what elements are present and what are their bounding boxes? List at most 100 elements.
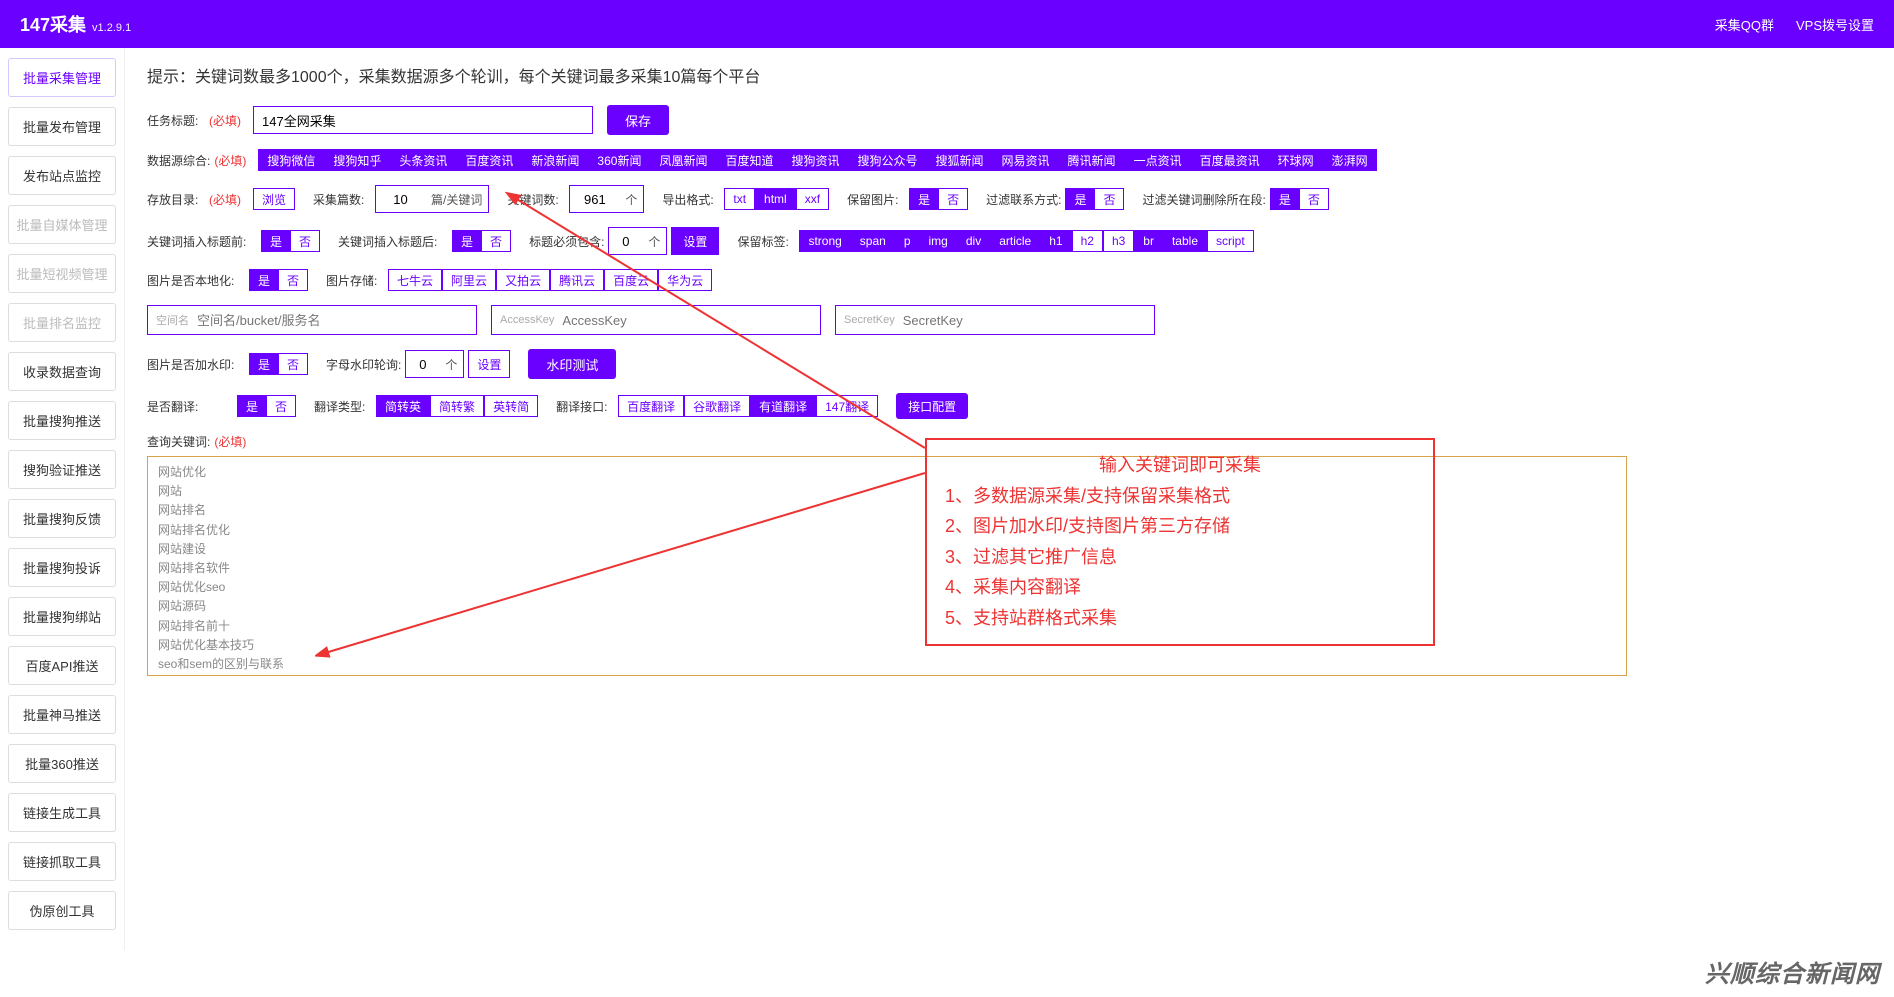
translate-type-tag[interactable]: 简转繁 <box>430 395 484 417</box>
data-source-tag[interactable]: 头条资讯 <box>390 149 456 171</box>
sidebar-item[interactable]: 搜狗验证推送 <box>8 450 116 489</box>
sidebar-item[interactable]: 链接生成工具 <box>8 793 116 832</box>
toggle-no[interactable]: 否 <box>1094 188 1124 210</box>
data-source-tag[interactable]: 搜狗公众号 <box>849 149 927 171</box>
sidebar-item[interactable]: 百度API推送 <box>8 646 116 685</box>
data-source-tag[interactable]: 凤凰新闻 <box>650 149 716 171</box>
toggle-no[interactable]: 否 <box>1299 188 1329 210</box>
api-config-button[interactable]: 接口配置 <box>896 393 968 419</box>
keep-tag[interactable]: script <box>1207 230 1254 252</box>
toggle-yes[interactable]: 是 <box>249 353 278 375</box>
toggle-no[interactable]: 否 <box>266 395 296 417</box>
toggle-no[interactable]: 否 <box>290 230 320 252</box>
count-input[interactable] <box>375 185 425 213</box>
keep-tag[interactable]: br <box>1134 230 1163 252</box>
translate-api-tag[interactable]: 147翻译 <box>816 395 878 417</box>
data-source-tag[interactable]: 环球网 <box>1269 149 1323 171</box>
keep-tag[interactable]: article <box>990 230 1040 252</box>
sidebar-item[interactable]: 链接抓取工具 <box>8 842 116 881</box>
data-source-tag[interactable]: 百度知道 <box>716 149 782 171</box>
sidebar-item[interactable]: 收录数据查询 <box>8 352 116 391</box>
title-must-input[interactable] <box>608 227 642 255</box>
data-source-tag[interactable]: 搜狗资讯 <box>782 149 848 171</box>
sidebar-item[interactable]: 发布站点监控 <box>8 156 116 195</box>
toggle-yes[interactable]: 是 <box>1065 188 1094 210</box>
toggle-translate[interactable]: 是 否 <box>237 395 296 417</box>
data-source-tag[interactable]: 搜狗知乎 <box>324 149 390 171</box>
browse-button[interactable]: 浏览 <box>253 188 295 210</box>
translate-type-tag[interactable]: 简转英 <box>376 395 430 417</box>
toggle-yes[interactable]: 是 <box>237 395 266 417</box>
export-format-tag[interactable]: xxf <box>796 188 829 210</box>
data-source-tag[interactable]: 搜狐新闻 <box>927 149 993 171</box>
image-store-tag[interactable]: 又拍云 <box>496 269 550 291</box>
data-source-tag[interactable]: 网易资讯 <box>993 149 1059 171</box>
keep-tag[interactable]: h2 <box>1072 230 1103 252</box>
toggle-keep-img[interactable]: 是 否 <box>909 188 968 210</box>
data-source-tag[interactable]: 百度最资讯 <box>1191 149 1269 171</box>
export-format-tag[interactable]: html <box>755 188 796 210</box>
keep-tag[interactable]: img <box>920 230 957 252</box>
data-source-tag[interactable]: 新浪新闻 <box>522 149 588 171</box>
toggle-yes[interactable]: 是 <box>1270 188 1299 210</box>
toggle-no[interactable]: 否 <box>938 188 968 210</box>
export-format-tag[interactable]: txt <box>724 188 755 210</box>
keep-tag[interactable]: h1 <box>1040 230 1071 252</box>
sidebar-item[interactable]: 批量搜狗推送 <box>8 401 116 440</box>
keep-tag[interactable]: strong <box>799 230 850 252</box>
toggle-yes[interactable]: 是 <box>249 269 278 291</box>
toggle-no[interactable]: 否 <box>278 353 308 375</box>
link-qq-group[interactable]: 采集QQ群 <box>1715 15 1774 34</box>
keep-tag[interactable]: div <box>957 230 990 252</box>
image-store-tag[interactable]: 华为云 <box>658 269 712 291</box>
title-must-set-button[interactable]: 设置 <box>671 227 719 255</box>
toggle-watermark[interactable]: 是 否 <box>249 353 308 375</box>
image-store-tag[interactable]: 阿里云 <box>442 269 496 291</box>
sidebar-item[interactable]: 批量排名监控 <box>8 303 116 342</box>
translate-api-tag[interactable]: 谷歌翻译 <box>684 395 750 417</box>
toggle-no[interactable]: 否 <box>481 230 511 252</box>
task-title-input[interactable] <box>253 106 593 134</box>
alpha-roll-input[interactable] <box>405 350 439 378</box>
alpha-set-button[interactable]: 设置 <box>468 350 510 378</box>
toggle-yes[interactable]: 是 <box>452 230 481 252</box>
toggle-filter-kw-para[interactable]: 是 否 <box>1270 188 1329 210</box>
save-button[interactable]: 保存 <box>607 105 669 135</box>
toggle-insert-before[interactable]: 是 否 <box>261 230 320 252</box>
toggle-no[interactable]: 否 <box>278 269 308 291</box>
data-source-tag[interactable]: 一点资讯 <box>1125 149 1191 171</box>
translate-api-tag[interactable]: 有道翻译 <box>750 395 816 417</box>
sidebar-item[interactable]: 批量发布管理 <box>8 107 116 146</box>
kwcount-input[interactable] <box>569 185 619 213</box>
space-input[interactable] <box>197 306 447 334</box>
toggle-filter-contact[interactable]: 是 否 <box>1065 188 1124 210</box>
secretkey-input[interactable] <box>903 306 1143 334</box>
watermark-test-button[interactable]: 水印测试 <box>528 349 616 379</box>
keep-tag[interactable]: p <box>895 230 920 252</box>
sidebar-item[interactable]: 批量搜狗反馈 <box>8 499 116 538</box>
accesskey-input[interactable] <box>562 306 812 334</box>
data-source-tag[interactable]: 360新闻 <box>588 149 650 171</box>
sidebar-item[interactable]: 批量自媒体管理 <box>8 205 116 244</box>
sidebar-item[interactable]: 伪原创工具 <box>8 891 116 930</box>
image-store-tag[interactable]: 七牛云 <box>388 269 442 291</box>
translate-api-tag[interactable]: 百度翻译 <box>618 395 684 417</box>
keep-tag[interactable]: h3 <box>1103 230 1134 252</box>
image-store-tag[interactable]: 腾讯云 <box>550 269 604 291</box>
sidebar-item[interactable]: 批量短视频管理 <box>8 254 116 293</box>
keywords-textarea[interactable] <box>147 456 1627 676</box>
translate-type-tag[interactable]: 英转简 <box>484 395 538 417</box>
keep-tag[interactable]: table <box>1163 230 1207 252</box>
sidebar-item[interactable]: 批量神马推送 <box>8 695 116 734</box>
data-source-tag[interactable]: 澎湃网 <box>1323 149 1377 171</box>
sidebar-item[interactable]: 批量搜狗绑站 <box>8 597 116 636</box>
sidebar-item[interactable]: 批量采集管理 <box>8 58 116 97</box>
data-source-tag[interactable]: 腾讯新闻 <box>1059 149 1125 171</box>
sidebar-item[interactable]: 批量搜狗投诉 <box>8 548 116 587</box>
data-source-tag[interactable]: 搜狗微信 <box>258 149 324 171</box>
toggle-yes[interactable]: 是 <box>261 230 290 252</box>
toggle-img-local[interactable]: 是 否 <box>249 269 308 291</box>
sidebar-item[interactable]: 批量360推送 <box>8 744 116 783</box>
data-source-tag[interactable]: 百度资讯 <box>456 149 522 171</box>
toggle-insert-after[interactable]: 是 否 <box>452 230 511 252</box>
